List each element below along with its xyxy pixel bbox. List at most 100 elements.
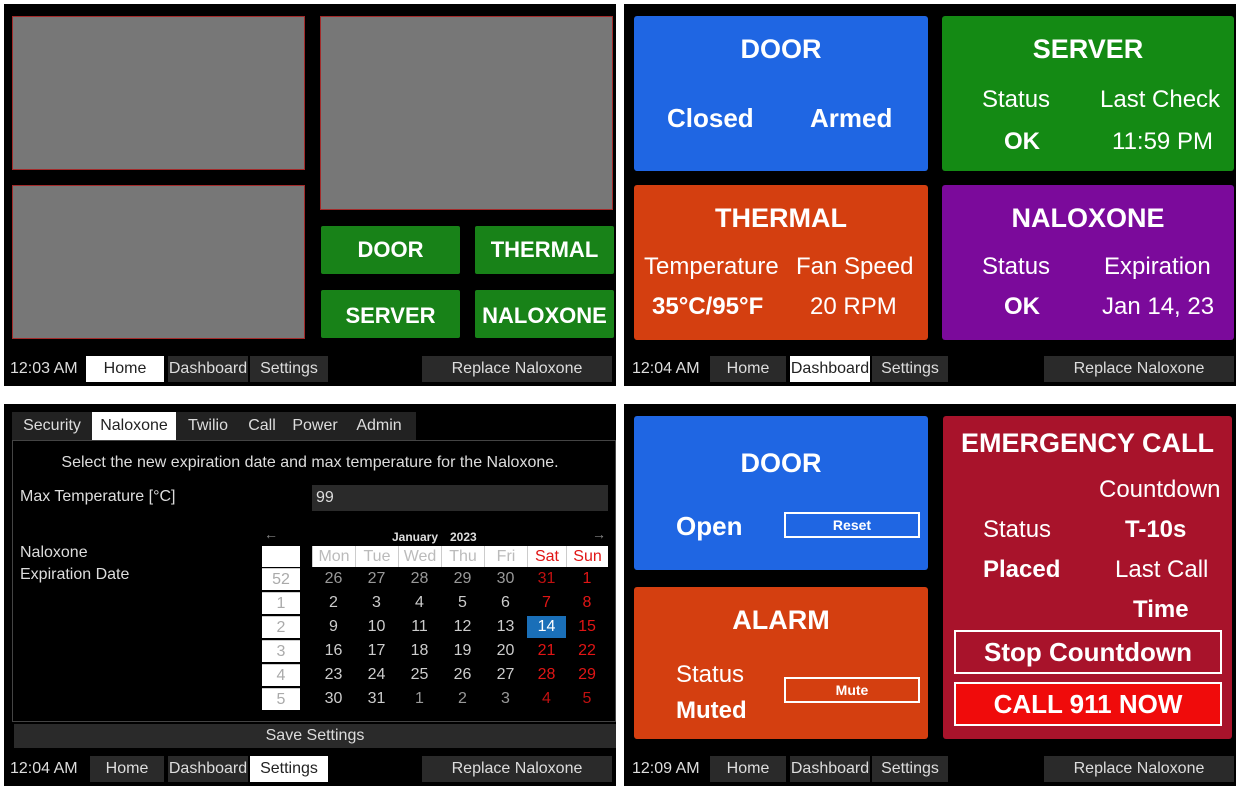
calendar-day[interactable]: 19 — [441, 640, 484, 662]
calendar-day[interactable]: 13 — [484, 616, 527, 638]
weekday-header: Sun — [566, 546, 608, 567]
expiration-calendar[interactable]: ← January 2023 → Mon Tue Wed Thu Fri Sat Sun 52… — [262, 526, 608, 712]
tile-title: ALARM — [732, 605, 830, 635]
call-911-button[interactable]: CALL 911 NOW — [954, 682, 1222, 726]
nav-home[interactable]: Home — [710, 356, 786, 382]
calendar-day[interactable]: 5 — [566, 688, 608, 710]
calendar-day[interactable]: 6 — [484, 592, 527, 614]
nav-home[interactable]: Home — [86, 356, 164, 382]
replace-naloxone-button[interactable]: Replace Naloxone — [1044, 356, 1234, 382]
last-call-label: Last Call — [1115, 556, 1209, 583]
weekday-header: Sat — [527, 546, 566, 567]
calendar-day[interactable]: 26 — [441, 664, 484, 686]
calendar-day[interactable]: 7 — [527, 592, 566, 614]
prev-month-arrow[interactable]: ← — [264, 526, 278, 542]
calendar-day[interactable]: 2 — [312, 592, 355, 614]
calendar-day[interactable]: 20 — [484, 640, 527, 662]
thermal-temp-label: Temperature — [644, 253, 779, 280]
calendar-day[interactable]: 5 — [441, 592, 484, 614]
calendar-day[interactable]: 28 — [527, 664, 566, 686]
tab-security[interactable]: Security — [16, 412, 88, 440]
server-status-value: OK — [1004, 128, 1040, 155]
nav-dashboard[interactable]: Dashboard — [168, 356, 248, 382]
calendar-day[interactable]: 12 — [441, 616, 484, 638]
door-tile[interactable]: DOOR Closed Armed — [634, 16, 928, 171]
expiration-label-line2: Expiration Date — [20, 566, 130, 583]
naloxone-button[interactable]: NALOXONE — [475, 290, 614, 338]
calendar-year[interactable]: 2023 — [450, 530, 477, 544]
calendar-month[interactable]: January — [392, 530, 438, 544]
calendar-day[interactable]: 9 — [312, 616, 355, 638]
calendar-day[interactable]: 25 — [398, 664, 441, 686]
server-button[interactable]: SERVER — [321, 290, 460, 338]
replace-naloxone-button[interactable]: Replace Naloxone — [422, 356, 612, 382]
camera-panel-3 — [12, 185, 305, 339]
nav-dashboard[interactable]: Dashboard — [790, 356, 870, 382]
nav-settings[interactable]: Settings — [872, 356, 948, 382]
calendar-day[interactable]: 30 — [312, 688, 355, 710]
calendar-day[interactable]: 27 — [355, 568, 398, 590]
week-number: 5 — [262, 688, 300, 710]
calendar-day[interactable]: 3 — [355, 592, 398, 614]
naloxone-tile[interactable]: NALOXONE Status OK Expiration Jan 14, 23 — [942, 185, 1234, 340]
tab-naloxone[interactable]: Naloxone — [92, 412, 176, 440]
calendar-day[interactable]: 16 — [312, 640, 355, 662]
door-mode: Armed — [810, 103, 893, 133]
emergency-call-tile: EMERGENCY CALL Countdown Status T-10s Pl… — [943, 416, 1232, 739]
max-temp-input[interactable]: 99 — [312, 485, 608, 511]
calendar-day[interactable]: 31 — [355, 688, 398, 710]
calendar-day[interactable]: 22 — [566, 640, 608, 662]
calendar-day[interactable]: 26 — [312, 568, 355, 590]
door-button[interactable]: DOOR — [321, 226, 460, 274]
nav-home[interactable]: Home — [710, 756, 786, 782]
calendar-day[interactable]: 1 — [566, 568, 608, 590]
save-settings-button[interactable]: Save Settings — [14, 724, 616, 748]
calendar-day[interactable]: 29 — [441, 568, 484, 590]
calendar-day[interactable]: 4 — [527, 688, 566, 710]
door-tile[interactable]: DOOR Open Reset — [634, 416, 928, 570]
server-tile[interactable]: SERVER Status OK Last Check 11:59 PM — [942, 16, 1234, 171]
stop-countdown-button[interactable]: Stop Countdown — [954, 630, 1222, 674]
next-month-arrow[interactable]: → — [592, 526, 606, 542]
bottom-bar: 12:03 AM Home Dashboard Settings Replace… — [4, 356, 616, 382]
calendar-day[interactable]: 29 — [566, 664, 608, 686]
replace-naloxone-button[interactable]: Replace Naloxone — [422, 756, 612, 782]
tab-admin[interactable]: Admin — [348, 412, 410, 440]
thermal-tile[interactable]: THERMAL Temperature 35°C/95°F Fan Speed … — [634, 185, 928, 340]
tab-power[interactable]: Power — [286, 412, 344, 440]
calendar-day[interactable]: 27 — [484, 664, 527, 686]
calendar-day[interactable]: 23 — [312, 664, 355, 686]
calendar-day[interactable]: 10 — [355, 616, 398, 638]
calendar-day[interactable]: 21 — [527, 640, 566, 662]
calendar-day-selected[interactable]: 14 — [527, 616, 566, 638]
calendar-day[interactable]: 2 — [441, 688, 484, 710]
nav-dashboard[interactable]: Dashboard — [790, 756, 870, 782]
alarm-tile[interactable]: ALARM Status Muted Mute — [634, 587, 928, 739]
nav-settings[interactable]: Settings — [872, 756, 948, 782]
calendar-day[interactable]: 28 — [398, 568, 441, 590]
calendar-day[interactable]: 17 — [355, 640, 398, 662]
calendar-day[interactable]: 24 — [355, 664, 398, 686]
nav-dashboard[interactable]: Dashboard — [168, 756, 248, 782]
nav-home[interactable]: Home — [90, 756, 164, 782]
calendar-day[interactable]: 3 — [484, 688, 527, 710]
reset-button[interactable]: Reset — [784, 512, 920, 538]
calendar-day[interactable]: 18 — [398, 640, 441, 662]
tab-call[interactable]: Call — [240, 412, 284, 440]
replace-naloxone-button[interactable]: Replace Naloxone — [1044, 756, 1234, 782]
nav-settings[interactable]: Settings — [250, 756, 328, 782]
expiration-label-line1: Naloxone — [20, 544, 88, 561]
weekday-header: Wed — [398, 546, 441, 567]
calendar-day[interactable]: 4 — [398, 592, 441, 614]
calendar-day[interactable]: 11 — [398, 616, 441, 638]
mute-button[interactable]: Mute — [784, 677, 920, 703]
tab-twilio[interactable]: Twilio — [180, 412, 236, 440]
calendar-day[interactable]: 15 — [566, 616, 608, 638]
calendar-day[interactable]: 30 — [484, 568, 527, 590]
calendar-day[interactable]: 8 — [566, 592, 608, 614]
calendar-day[interactable]: 1 — [398, 688, 441, 710]
thermal-fan-label: Fan Speed — [796, 253, 914, 280]
calendar-day[interactable]: 31 — [527, 568, 566, 590]
thermal-button[interactable]: THERMAL — [475, 226, 614, 274]
nav-settings[interactable]: Settings — [250, 356, 328, 382]
